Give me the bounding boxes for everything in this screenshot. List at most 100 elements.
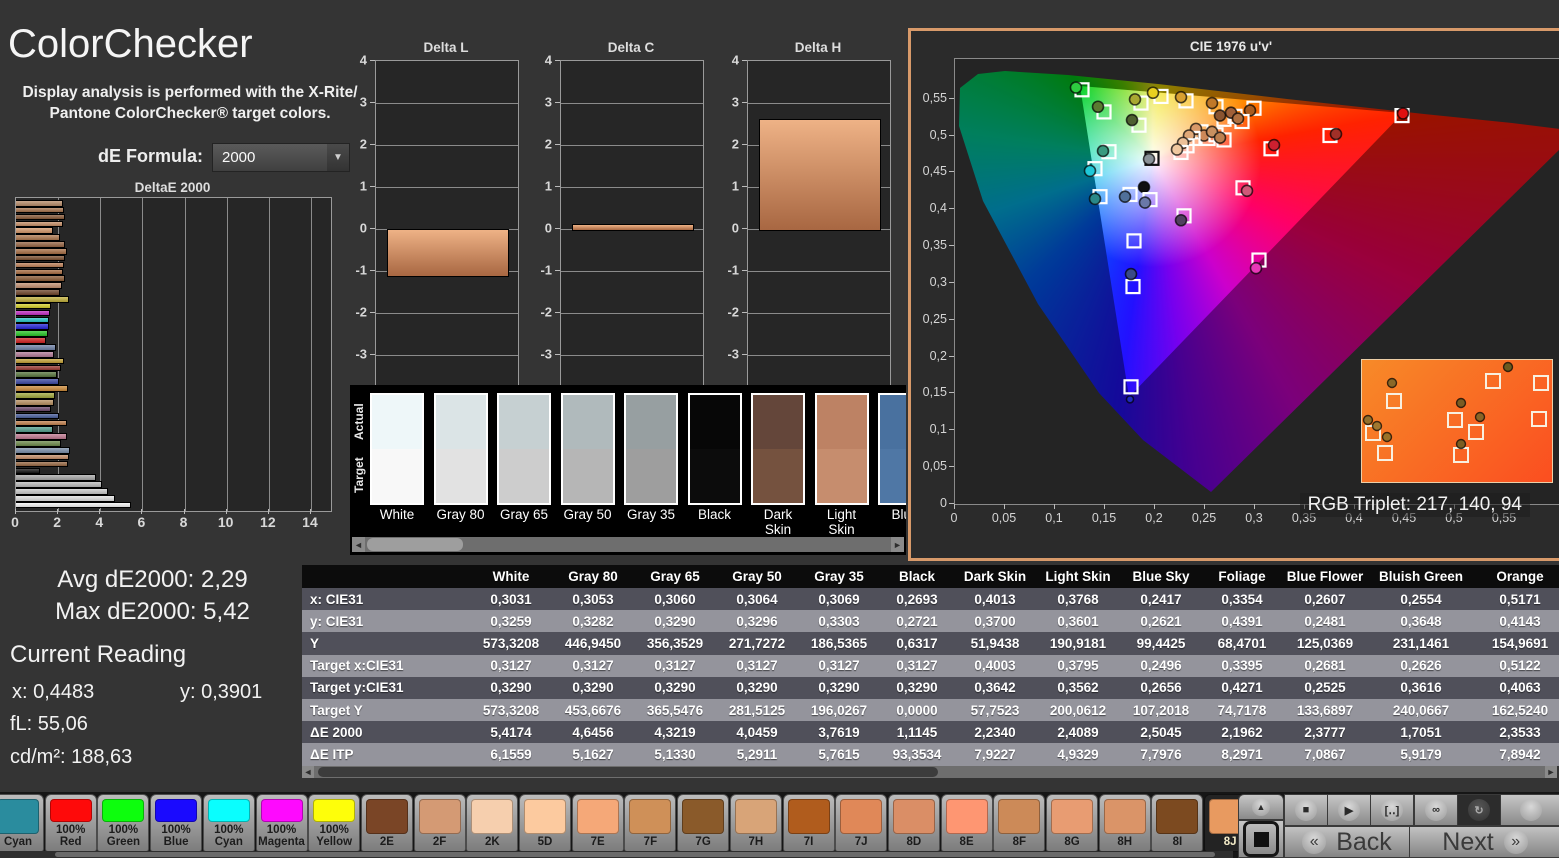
patch-button-7h[interactable]: 7H (729, 794, 782, 852)
scrollbar-thumb[interactable] (367, 538, 463, 551)
next-button[interactable]: Next » (1409, 826, 1559, 858)
cie-measured-point (1213, 109, 1227, 122)
chevron-left-icon: « (1302, 830, 1327, 854)
cie-y-tick (949, 208, 954, 210)
table-cell: 4,0459 (736, 724, 778, 740)
patch-button-2e[interactable]: 2E (360, 794, 413, 852)
stop-button[interactable]: ■ (1284, 794, 1328, 826)
back-label: Back (1336, 827, 1392, 856)
patch-button-7e[interactable]: 7E (571, 794, 624, 852)
play-button[interactable]: ▶ (1327, 794, 1371, 826)
patch-button-100-red[interactable]: 100% Red (44, 794, 97, 852)
table-cell: 271,7272 (728, 635, 786, 651)
cie-measured-point (1213, 131, 1227, 145)
patch-button-100-green[interactable]: 100% Green (97, 794, 150, 852)
patch-button-8f[interactable]: 8F (993, 794, 1046, 852)
y-tick (742, 270, 747, 271)
y-tick-label: 0 (544, 220, 552, 236)
table-cell: 0,3601 (1057, 613, 1099, 629)
de-bar (16, 282, 63, 289)
scroll-right-arrow[interactable]: ► (891, 537, 904, 552)
cie-y-tick-label: 0,2 (929, 348, 947, 363)
scrollbar-thumb[interactable] (318, 767, 938, 777)
swatch-dark-skin (751, 393, 805, 505)
patch-button-100-cyan[interactable]: 100% Cyan (202, 794, 255, 852)
inset-measured-point (1455, 438, 1467, 450)
gridline (376, 103, 518, 104)
patch-button-cyan[interactable]: Cyan (0, 794, 44, 852)
patch-button-7j[interactable]: 7J (835, 794, 888, 852)
table-cell: 74,7178 (1217, 702, 1267, 718)
swatch-scrollbar[interactable]: ◄ ► (352, 537, 904, 552)
bottom-toolbar: Cyan 100% Red 100% Green 100% Blue 100% Cyan… (0, 792, 1559, 858)
de-formula-dropdown[interactable]: 2000 ▼ (212, 143, 350, 172)
patch-button-7g[interactable]: 7G (677, 794, 730, 852)
gridline (561, 313, 703, 314)
patch-label: 7E (590, 835, 605, 848)
patch-button-8i[interactable]: 8I (1151, 794, 1204, 852)
table-cell: 0,3259 (490, 613, 532, 629)
patch-button-8e[interactable]: 8E (940, 794, 993, 852)
de-bar (16, 385, 68, 392)
de-bar (16, 392, 55, 399)
table-cell: 2,1962 (1221, 724, 1263, 740)
patch-button-100-yellow[interactable]: 100% Yellow (308, 794, 361, 852)
scroll-left-arrow[interactable]: ◄ (352, 537, 365, 552)
scroll-left-arrow[interactable]: ◄ (302, 766, 314, 778)
cie-y-tick-label: 0,4 (929, 201, 947, 216)
de-bar (16, 268, 64, 276)
de-bar (16, 488, 109, 495)
y-tick-label: -1 (355, 262, 367, 278)
pattern-window-button[interactable] (1238, 820, 1284, 858)
de-bar (16, 289, 61, 296)
patch-label: 100% Green (106, 823, 141, 848)
patch-button-8d[interactable]: 8D (887, 794, 940, 852)
actual-target-swatch-panel: Actual Target White Gray 80 Gray 65 Gray 50 Gr… (350, 385, 906, 555)
patch-button-7i[interactable]: 7I (782, 794, 835, 852)
table-cell: 0,3031 (490, 591, 532, 607)
scrollbar-thumb[interactable] (55, 852, 1215, 857)
patch-label: 2K (484, 835, 500, 848)
table-cell: 7,0867 (1304, 746, 1346, 762)
patch-button-5d[interactable]: 5D (519, 794, 571, 852)
cie-y-tick (949, 97, 954, 99)
table-scrollbar[interactable]: ◄ ► (302, 766, 1557, 778)
table-cell: 0,3069 (818, 591, 860, 607)
y-tick-label: 4 (544, 52, 552, 68)
delta-chart-plot (747, 60, 891, 398)
max-de2000: Max dE2000: 5,42 (55, 598, 250, 625)
swatch-label: Light Skin (826, 507, 857, 537)
loop-button[interactable]: ∞ (1414, 794, 1458, 826)
cie-x-tick (1104, 504, 1105, 509)
cie-measured-point (1138, 196, 1152, 209)
pattern-up-button[interactable]: ▲ (1238, 794, 1284, 820)
scroll-right-arrow[interactable]: ► (1545, 766, 1557, 778)
y-tick-label: 0 (359, 220, 367, 236)
patch-button-7f[interactable]: 7F (624, 794, 677, 852)
infinity-icon: ∞ (1425, 799, 1447, 821)
patch-button-8h[interactable]: 8H (1098, 794, 1151, 852)
extra-button[interactable] (1500, 794, 1559, 826)
refresh-button[interactable]: ↻ (1457, 794, 1501, 826)
cie-y-tick (949, 355, 954, 357)
patch-label: 100% Magenta (258, 823, 305, 848)
patch-button-2k[interactable]: 2K (466, 794, 519, 852)
patch-button-8g[interactable]: 8G (1046, 794, 1098, 852)
cie-measured-point (1249, 261, 1263, 275)
patch-button-100-magenta[interactable]: 100% Magenta (255, 794, 308, 852)
patch-button-2f[interactable]: 2F (413, 794, 466, 852)
y-tick-label: -3 (355, 346, 367, 362)
column-header: Dark Skin (963, 569, 1027, 584)
de-bar (16, 200, 64, 207)
table-cell: 0,3290 (654, 613, 696, 629)
de-bar (16, 296, 69, 303)
y-tick (555, 186, 560, 187)
patch-button-100-blue[interactable]: 100% Blue (150, 794, 203, 852)
de-bar (16, 433, 67, 440)
step-button[interactable]: [‥] (1370, 794, 1414, 826)
back-button[interactable]: « Back (1284, 826, 1410, 858)
toolbar-scrollbar[interactable] (0, 851, 1233, 858)
step-icon: [‥] (1381, 799, 1403, 821)
inset-target-square (1485, 373, 1501, 389)
de-bar (16, 371, 58, 379)
